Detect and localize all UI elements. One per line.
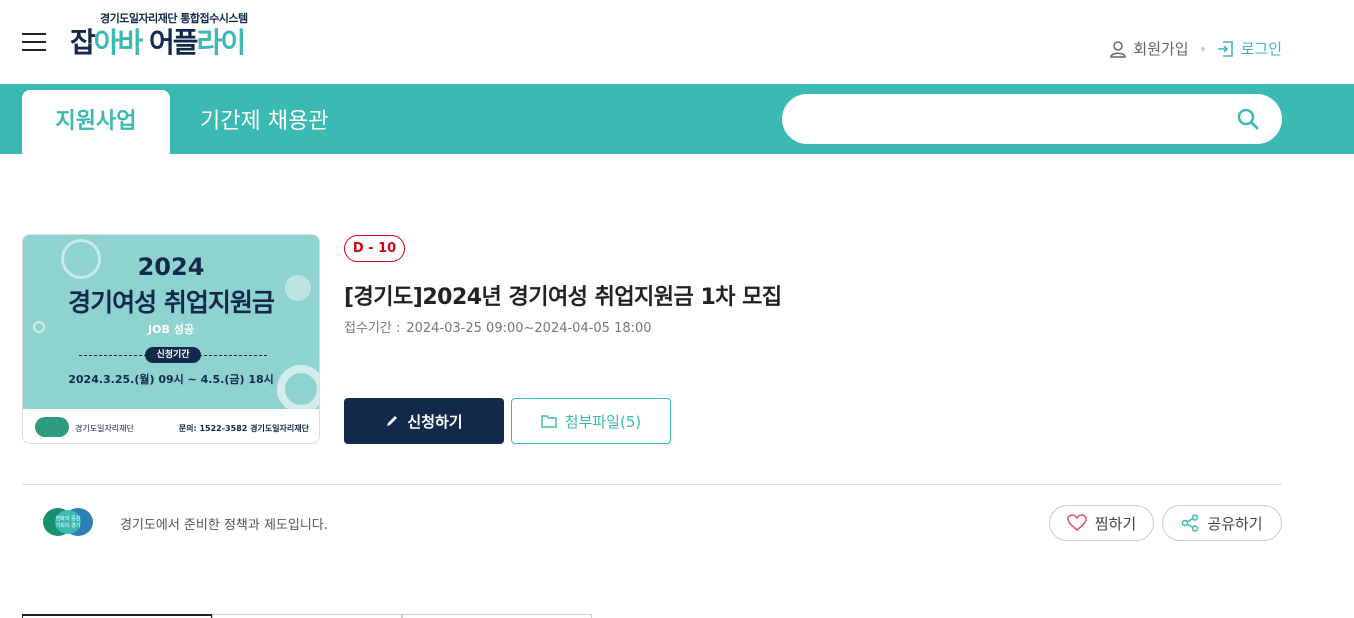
menu-icon[interactable] <box>22 33 46 51</box>
svg-text:기회의 경기: 기회의 경기 <box>56 522 81 529</box>
favorite-button[interactable]: 찜하기 <box>1049 505 1154 541</box>
program-title: [경기도]2024년 경기여성 취업지원금 1차 모집 <box>344 285 782 310</box>
user-links: 회원가입 로그인 <box>1109 38 1282 59</box>
program-poster[interactable]: 2024 경기여성 취업지원금 JOB 성공 신청기간 2024.3.25.(월… <box>22 234 320 444</box>
share-icon <box>1182 514 1199 532</box>
poster-body: 2024 경기여성 취업지원금 JOB 성공 신청기간 2024.3.25.(월… <box>23 235 319 413</box>
period-label: 접수기간 : <box>344 321 401 336</box>
attachments-button[interactable]: 첨부파일(5) <box>511 398 671 444</box>
poster-footer: 경기도일자리재단 문의: 1522-3582 경기도일자리재단 <box>23 409 319 443</box>
logo-title: 잡아바 어플라이 <box>70 26 246 59</box>
login-icon <box>1217 40 1233 57</box>
application-period: 접수기간 : 2024-03-25 09:00~2024-04-05 18:00 <box>344 317 652 336</box>
dday-badge: D - 10 <box>344 235 405 262</box>
share-label: 공유하기 <box>1207 514 1263 533</box>
tab-fixed-term-jobs[interactable]: 기간제 채용관 <box>170 90 358 154</box>
join-label: 회원가입 <box>1133 40 1189 58</box>
favorite-label: 찜하기 <box>1094 514 1137 533</box>
user-icon <box>1110 40 1127 58</box>
search-icon[interactable] <box>1236 107 1260 131</box>
poster-title: 경기여성 취업지원금 <box>68 288 275 317</box>
svg-text:변화의 중심: 변화의 중심 <box>56 515 81 522</box>
poster-gg-logo <box>35 417 69 437</box>
org-description: 경기도에서 준비한 정책과 제도입니다. <box>120 518 328 533</box>
attachments-label: 첨부파일(5) <box>564 412 642 431</box>
heart-icon <box>1067 514 1087 531</box>
detail-tab-3[interactable] <box>402 614 592 618</box>
header: 경기도일자리재단 통합접수시스템 잡아바 어플라이 회원가입 로그인 <box>0 0 1354 84</box>
poster-contact: 문의: 1522-3582 경기도일자리재단 <box>178 424 309 433</box>
apply-button[interactable]: 신청하기 <box>344 398 504 444</box>
detail-tab-1[interactable] <box>22 614 212 618</box>
poster-subtitle: JOB 성공 <box>148 323 194 336</box>
separator-dot <box>1200 46 1205 51</box>
poster-period-label: 신청기간 <box>145 347 201 363</box>
apply-label: 신청하기 <box>407 412 463 431</box>
poster-org: 경기도일자리재단 <box>75 424 134 433</box>
gyeonggi-logo-icon: 변화의 중심 기회의 경기 <box>43 508 93 536</box>
section-divider <box>22 484 1282 485</box>
folder-icon <box>541 415 557 428</box>
detail-tab-2[interactable] <box>212 614 402 618</box>
site-logo[interactable]: 경기도일자리재단 통합접수시스템 잡아바 어플라이 <box>70 10 248 59</box>
poster-year: 2024 <box>137 253 205 281</box>
login-label: 로그인 <box>1240 40 1282 58</box>
main-nav: 지원사업 기간제 채용관 <box>0 84 1354 154</box>
login-link[interactable]: 로그인 <box>1217 38 1282 59</box>
share-button[interactable]: 공유하기 <box>1162 505 1282 541</box>
join-link[interactable]: 회원가입 <box>1109 38 1189 59</box>
detail-tabs <box>22 614 592 618</box>
pencil-icon <box>387 416 398 426</box>
search-input[interactable] <box>806 94 1246 144</box>
period-value: 2024-03-25 09:00~2024-04-05 18:00 <box>406 321 652 336</box>
poster-dates: 2024.3.25.(월) 09시 ~ 4.5.(금) 18시 <box>68 373 274 386</box>
logo-subtitle: 경기도일자리재단 통합접수시스템 <box>100 12 248 25</box>
search-box <box>782 94 1282 144</box>
tab-support-programs[interactable]: 지원사업 <box>22 90 170 154</box>
